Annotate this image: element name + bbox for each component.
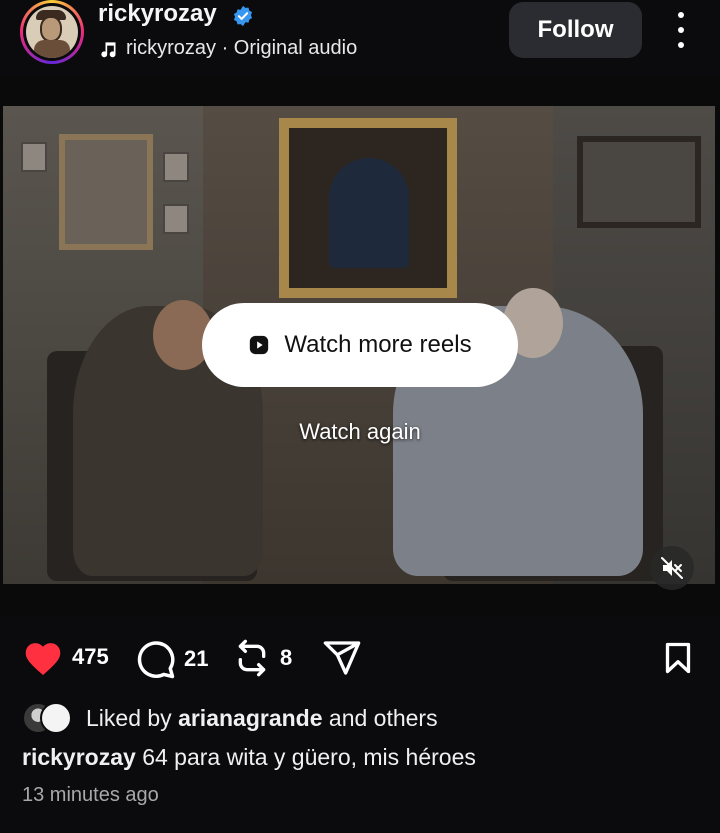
post-header: rickyrozay rickyrozay · Original audio F… (0, 0, 720, 76)
comment-icon (137, 641, 175, 679)
muted-speaker-icon (661, 557, 683, 579)
post-actions: 475 21 8 Liked by arianagrande and other… (0, 616, 720, 833)
wall-painting-right (577, 136, 701, 228)
watch-again-button[interactable]: Watch again (0, 419, 720, 445)
repost-icon (238, 639, 266, 677)
caption: rickyrozay 64 para wita y güero, mis hér… (22, 744, 476, 771)
share-icon (323, 641, 361, 675)
wall-painting-left (59, 134, 153, 250)
caption-username[interactable]: rickyrozay (22, 744, 136, 770)
watch-more-reels-button[interactable]: Watch more reels (202, 303, 518, 387)
audio-info[interactable]: rickyrozay · Original audio (98, 37, 357, 60)
like-button[interactable]: 475 (22, 638, 109, 676)
watch-more-label: Watch more reels (284, 331, 472, 358)
heart-icon (25, 643, 61, 675)
mute-toggle[interactable] (650, 546, 694, 590)
liked-by-user[interactable]: arianagrande (178, 705, 322, 731)
repost-button[interactable]: 8 (232, 638, 292, 678)
repost-count: 8 (280, 645, 293, 670)
liker-avatar (40, 702, 72, 734)
profile-avatar[interactable] (20, 0, 84, 64)
comment-count: 21 (184, 646, 209, 671)
share-button[interactable] (320, 638, 364, 678)
audio-label: rickyrozay · Original audio (126, 37, 358, 59)
bookmark-button[interactable] (660, 638, 696, 678)
comment-button[interactable]: 21 (134, 638, 208, 680)
like-count: 475 (72, 644, 109, 669)
reel-video[interactable]: Watch more reels Watch again (0, 76, 720, 616)
caption-text: 64 para wita y güero, mis héroes (142, 744, 476, 770)
wall-painting-center (279, 118, 457, 298)
verified-badge-icon (233, 5, 253, 27)
liked-by-row[interactable]: Liked by arianagrande and others (22, 702, 438, 734)
bookmark-icon (665, 642, 691, 674)
post-timestamp: 13 minutes ago (22, 784, 159, 806)
more-options-icon[interactable] (672, 12, 690, 48)
username[interactable]: rickyrozay (98, 0, 217, 28)
music-note-icon (101, 41, 116, 57)
follow-button[interactable]: Follow (509, 2, 642, 58)
play-icon (250, 335, 269, 355)
liked-by-text: Liked by arianagrande and others (86, 704, 438, 731)
